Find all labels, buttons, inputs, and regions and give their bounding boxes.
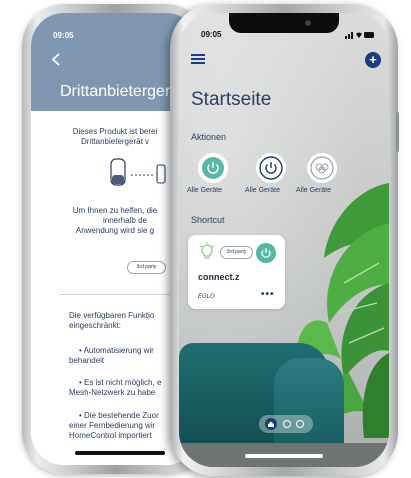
page-indicator[interactable]	[259, 415, 313, 433]
bullet-text: • Die bestehende Zuor	[79, 411, 159, 420]
lightbulb-icon	[199, 242, 215, 259]
menu-icon[interactable]	[191, 53, 205, 65]
action-button[interactable]	[198, 153, 228, 183]
functions-text: Die verfügbaren Funktio	[69, 311, 155, 320]
actions-label: Aktionen	[191, 132, 227, 142]
bullet-text: • Automatisierung wir	[79, 346, 154, 355]
more-options-button[interactable]: •••	[261, 289, 275, 300]
shortcut-label: Shortcut	[191, 215, 225, 225]
third-party-badge: 3rd party	[220, 246, 253, 259]
power-icon	[202, 157, 224, 179]
bullet-text: behandelt	[69, 356, 105, 365]
add-button[interactable]: +	[365, 52, 381, 68]
action-button[interactable]	[307, 153, 337, 183]
bullet-text: einer Fernbedienung wir	[69, 421, 156, 430]
status-time: 09:05	[201, 30, 222, 39]
power-toggle-button[interactable]	[256, 243, 276, 263]
action-button[interactable]	[256, 153, 286, 183]
home-indicator[interactable]	[245, 454, 323, 458]
shortcut-card[interactable]: 3rd party connect.z EGLO •••	[188, 235, 285, 309]
notch	[229, 13, 339, 33]
front-phone-screen: 09:05 + Startseite Aktionen Alle Geräte	[179, 13, 389, 467]
power-icon	[259, 156, 283, 180]
page-title: Startseite	[191, 89, 272, 110]
third-party-badge: 3rd party	[127, 261, 166, 274]
device-brand: EGLO	[198, 294, 215, 300]
bullet-text: • Es ist nicht möglich, e	[79, 378, 162, 387]
action-label: Alle Geräte	[296, 187, 332, 194]
camera	[305, 20, 311, 26]
bullet-text: HomeControl importiert	[69, 431, 152, 440]
status-icons	[345, 32, 374, 39]
status-time: 09:05	[53, 31, 74, 40]
bullet-text: Mesh-Netzwerk zu habe	[69, 388, 156, 397]
scene-icon	[310, 156, 334, 180]
page-dots	[265, 418, 304, 430]
back-page-title: Drittanbieterger	[60, 83, 171, 100]
functions-text: eingeschränkt:	[69, 321, 122, 330]
device-name: connect.z	[198, 272, 240, 282]
power-icon	[261, 248, 271, 258]
home-indicator[interactable]	[75, 451, 165, 455]
back-chevron-icon[interactable]	[50, 53, 63, 66]
side-button	[396, 112, 399, 152]
action-label: Alle Geräte	[187, 187, 223, 194]
